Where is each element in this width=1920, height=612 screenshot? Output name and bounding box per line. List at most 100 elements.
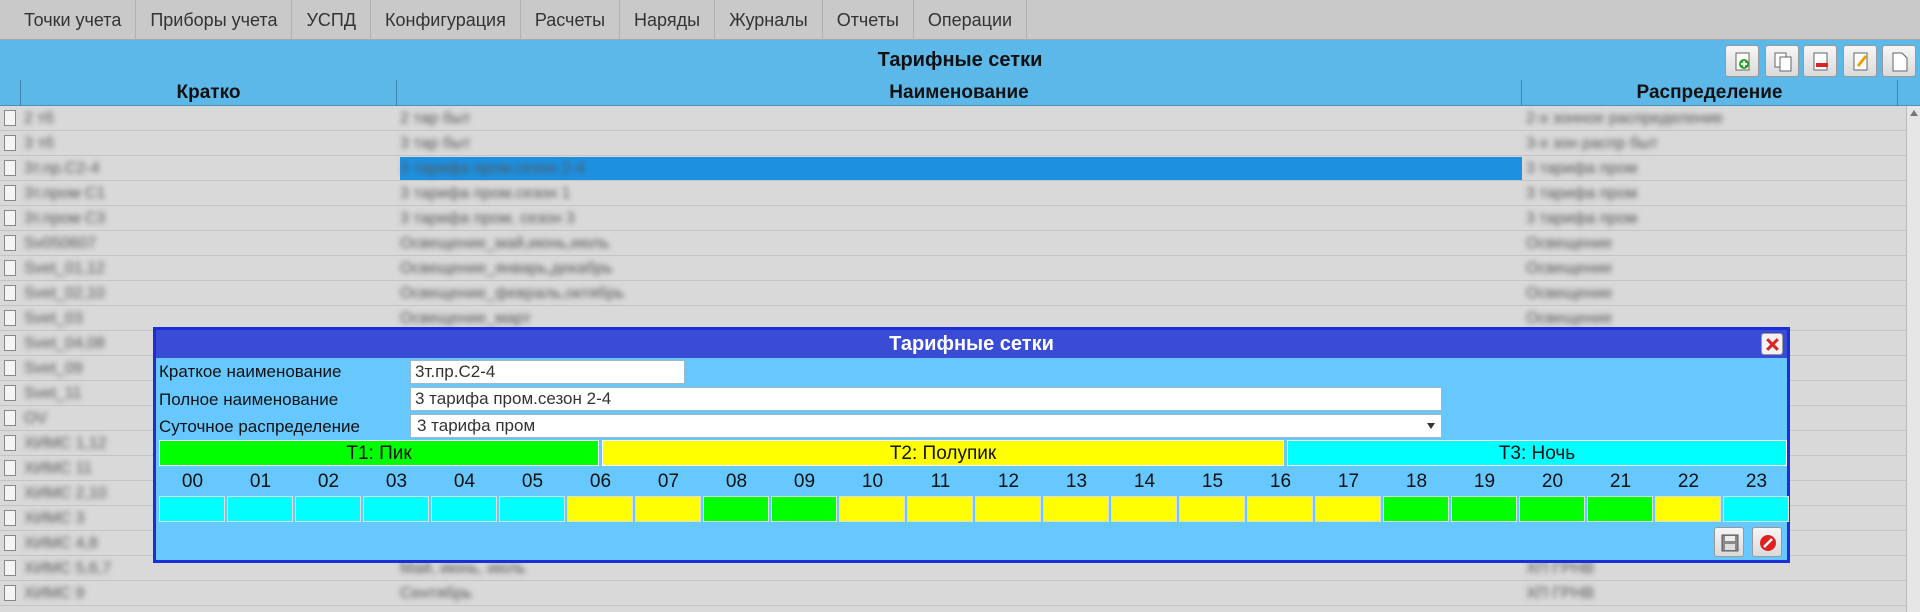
menu-item[interactable]: Журналы [715,0,823,40]
cell-short: ХИМС 1,12 [24,435,107,452]
menu-item[interactable]: Приборы учета [136,0,293,40]
column-short[interactable]: Кратко [20,80,396,106]
table-row[interactable]: Svet_02,10 Освещение_февраль,октябрь Освещ… [0,281,1906,306]
menu-item[interactable]: Отчеты [823,0,914,40]
page-title: Тарифные сетки [877,49,1043,71]
table-row[interactable]: 3 тб 3 тар быт 3-х зон распр быт [0,131,1906,156]
edit-button[interactable] [1843,45,1877,77]
cell-name: Освещение_февраль,октябрь [400,285,625,302]
main-menu: Точки учета Приборы учета УСПД Конфигурация… [0,0,1920,40]
cell-name: Освещение_май,июнь,июль [400,235,610,252]
menu-item[interactable]: Конфигурация [371,0,521,40]
cell-distribution: Освещение [1526,260,1613,277]
menu-item[interactable]: УСПД [292,0,372,40]
table-row[interactable]: 3т.пром С3 3 тарифа пром. сезон 3 3 тарифа… [0,206,1906,231]
daily-distribution-select[interactable]: 3 тарифа пром [410,414,1442,438]
hour-label: 21 [1609,471,1632,492]
menu-item[interactable]: Расчеты [521,0,621,40]
hour-zone-cell[interactable] [1315,496,1381,522]
hour-zone-cell[interactable] [771,496,837,522]
hour-label: 07 [657,471,680,492]
document-icon [4,535,16,551]
table-scrollbar[interactable] [1906,106,1920,612]
document-icon [4,185,16,201]
close-icon[interactable] [1761,333,1783,355]
hour-zone-cell[interactable] [1179,496,1245,522]
document-icon [4,585,16,601]
hour-zone-cell[interactable] [159,496,225,522]
hour-label: 16 [1269,471,1292,492]
document-icon [4,485,16,501]
cell-short: OV [24,410,48,427]
save-icon [1721,534,1739,552]
full-name-input[interactable]: 3 тарифа пром.сезон 2-4 [410,387,1442,411]
hour-zone-cell[interactable] [1043,496,1109,522]
document-icon [4,335,16,351]
hour-zone-cell[interactable] [1111,496,1177,522]
cell-short: Sv050607 [24,235,97,252]
hour-label: 00 [181,471,204,492]
hour-zone-cell[interactable] [1383,496,1449,522]
hour-zone-cell[interactable] [1587,496,1653,522]
cell-short: ХИМС 5,6,7 [24,560,112,577]
hour-zone-cell[interactable] [907,496,973,522]
hour-zone-cell[interactable] [499,496,565,522]
hour-zone-cell[interactable] [703,496,769,522]
hour-zone-cell[interactable] [431,496,497,522]
hour-zone-cell[interactable] [295,496,361,522]
hour-label: 13 [1065,471,1088,492]
header-spacer-right [1897,80,1920,106]
column-name[interactable]: Наименование [396,80,1521,106]
cell-short: ХИМС 9 [24,585,85,602]
table-row[interactable]: Sv050607 Освещение_май,июнь,июль Освещение [0,231,1906,256]
hour-zone-cell[interactable] [1655,496,1721,522]
menu-item[interactable]: Точки учета [0,0,137,40]
hour-zone-cell[interactable] [567,496,633,522]
document-icon [4,260,16,276]
cell-name: 3 тарифа пром.сезон 2-4 [400,160,585,177]
menu-item[interactable]: Наряды [620,0,716,40]
cell-short: Svet_01,12 [24,260,105,277]
hour-label: 05 [521,471,544,492]
hour-zone-cell[interactable] [227,496,293,522]
document-icon [4,210,16,226]
scroll-up-icon[interactable] [1910,110,1918,116]
hour-zone-cell[interactable] [635,496,701,522]
hour-zone-cell[interactable] [975,496,1041,522]
table-row[interactable]: 2 тб 2 тар быт 2-х зонное распределение [0,106,1906,131]
hour-zone-cell[interactable] [1451,496,1517,522]
table-row[interactable]: 3т.пр.С2-4 3 тарифа пром.сезон 2-4 3 тариф… [0,156,1906,181]
cell-short: 3т.пром С1 [24,185,106,202]
document-icon [4,360,16,376]
copy-button[interactable] [1765,45,1799,77]
hour-zone-cell[interactable] [1519,496,1585,522]
edit-icon [1853,52,1868,71]
full-name-label: Полное наименование [159,390,339,409]
cancel-button[interactable] [1752,527,1782,557]
daily-distribution-value: 3 тарифа пром [417,416,536,435]
cell-name: Освещение_январь,декабрь [400,260,613,277]
save-button[interactable] [1714,527,1744,557]
table-row[interactable]: 3т.пром С1 3 тарифа пром.сезон 1 3 тарифа … [0,181,1906,206]
new-document-button[interactable] [1882,45,1916,77]
hour-zone-cell[interactable] [839,496,905,522]
add-button[interactable] [1725,45,1759,77]
hour-label: 20 [1541,471,1564,492]
hour-label: 14 [1133,471,1156,492]
column-distribution[interactable]: Распределение [1521,80,1897,106]
cell-short: ХИМС 4,8 [24,535,98,552]
hour-zone-cell[interactable] [363,496,429,522]
cell-short: 2 тб [24,110,54,127]
document-icon [4,560,16,576]
cell-short: Svet_11 [24,385,82,402]
hour-label: 15 [1201,471,1224,492]
delete-button[interactable] [1803,45,1837,77]
menu-item[interactable]: Операции [914,0,1028,40]
hour-zone-cell[interactable] [1247,496,1313,522]
table-row[interactable]: Svet_01,12 Освещение_январь,декабрь Освеще… [0,256,1906,281]
short-name-input[interactable]: 3т.пр.С2-4 [410,360,685,384]
document-icon [4,510,16,526]
cell-name: 3 тарифа пром.сезон 1 [400,185,571,202]
hour-zone-cell[interactable] [1723,496,1789,522]
table-row[interactable]: ХИМС 9 Сентябрь ХП ГРНВ [0,581,1906,606]
